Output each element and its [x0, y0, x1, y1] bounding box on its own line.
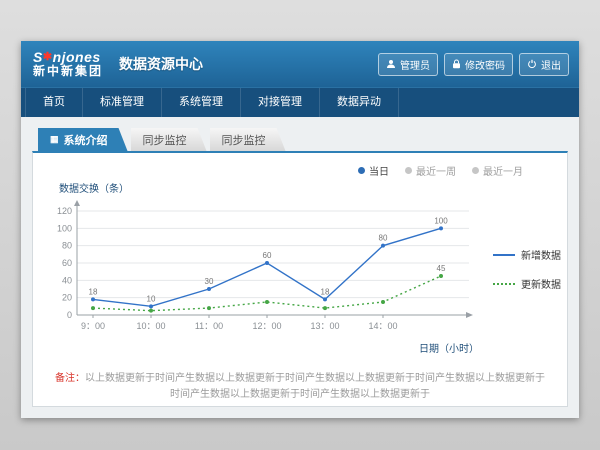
- legend-new-data-label: 新增数据: [521, 247, 561, 262]
- filter-last-week-label: 最近一周: [416, 163, 456, 178]
- footnote: 备注：以上数据更新于时间产生数据以上数据更新于时间产生数据以上数据更新于时间产生…: [55, 371, 545, 403]
- brand-subtitle: 新中新集团: [33, 65, 103, 79]
- svg-text:9：00: 9：00: [81, 321, 105, 331]
- line-chart-svg: 0 20 40 60 80 100 120 9：00 10：00 11：00 12：00 13：00 1…: [43, 197, 485, 339]
- change-password-button[interactable]: 修改密码: [444, 53, 513, 76]
- content-area: ▦ 系统介绍 同步监控 同步监控 当日: [21, 117, 579, 418]
- filter-last-week[interactable]: 最近一周: [405, 163, 456, 178]
- user-icon: [386, 59, 396, 69]
- footnote-prefix: 备注：: [55, 373, 85, 384]
- svg-text:18: 18: [89, 287, 98, 296]
- filter-dot-icon: [405, 167, 412, 174]
- admin-user-button[interactable]: 管理员: [378, 53, 438, 76]
- series-legend: 新增数据 更新数据: [493, 247, 561, 291]
- svg-text:120: 120: [57, 206, 72, 216]
- svg-text:100: 100: [434, 216, 448, 225]
- nav-item-data-change[interactable]: 数据异动: [320, 88, 399, 117]
- filter-last-month[interactable]: 最近一月: [472, 163, 523, 178]
- change-password-label: 修改密码: [465, 57, 505, 72]
- power-icon: [527, 59, 537, 69]
- svg-text:0: 0: [67, 310, 72, 320]
- tab-bar: ▦ 系统介绍 同步监控 同步监控: [32, 128, 568, 151]
- logout-button[interactable]: 退出: [519, 53, 569, 76]
- svg-text:10: 10: [147, 294, 156, 303]
- nav-item-standard-mgmt[interactable]: 标准管理: [83, 88, 162, 117]
- chart-row: 0 20 40 60 80 100 120 9：00 10：00 11：00 12：00 13：00 1…: [43, 197, 557, 355]
- tab-sync-monitor-2-label: 同步监控: [222, 132, 266, 148]
- svg-text:13：00: 13：00: [310, 321, 339, 331]
- svg-text:20: 20: [62, 293, 72, 303]
- app-header: S✱njones 新中新集团 数据资源中心 管理员 修改密码 退出: [21, 41, 579, 87]
- svg-text:12：00: 12：00: [252, 321, 281, 331]
- tab-system-intro-label: 系统介绍: [64, 132, 108, 148]
- nav-item-integration-mgmt[interactable]: 对接管理: [241, 88, 320, 117]
- legend-item-update-data[interactable]: 更新数据: [493, 276, 561, 291]
- svg-text:18: 18: [321, 287, 330, 296]
- filter-last-month-label: 最近一月: [483, 163, 523, 178]
- solid-line-icon: [493, 254, 515, 256]
- svg-text:10：00: 10：00: [136, 321, 165, 331]
- brand-text-right: njones: [53, 49, 101, 65]
- brand-text-left: S: [33, 49, 43, 65]
- svg-text:100: 100: [57, 223, 72, 233]
- desktop-background: S✱njones 新中新集团 数据资源中心 管理员 修改密码 退出: [0, 0, 600, 450]
- chart-panel: 当日 最近一周 最近一月 数据交换（条）: [32, 151, 568, 407]
- brand-name: S✱njones: [33, 49, 103, 65]
- admin-user-label: 管理员: [400, 57, 430, 72]
- tab-sync-monitor-1[interactable]: 同步监控: [131, 128, 207, 151]
- x-axis-title: 日期（小时）: [43, 340, 485, 355]
- dotted-line-icon: [493, 283, 515, 285]
- main-nav: 首页 标准管理 系统管理 对接管理 数据异动: [21, 87, 579, 117]
- svg-text:14：00: 14：00: [368, 321, 397, 331]
- svg-text:40: 40: [62, 275, 72, 285]
- grid-icon: ▦: [50, 135, 59, 144]
- app-window: S✱njones 新中新集团 数据资源中心 管理员 修改密码 退出: [21, 41, 579, 418]
- page-title: 数据资源中心: [119, 54, 203, 74]
- logout-label: 退出: [541, 57, 561, 72]
- header-actions: 管理员 修改密码 退出: [378, 53, 569, 76]
- lock-icon: [452, 59, 461, 69]
- svg-text:30: 30: [205, 277, 214, 286]
- tab-sync-monitor-1-label: 同步监控: [143, 132, 187, 148]
- chart-container: 当日 最近一周 最近一月 数据交换（条）: [33, 153, 567, 355]
- brand-logo: S✱njones 新中新集团: [33, 49, 103, 79]
- svg-text:45: 45: [437, 264, 446, 273]
- svg-text:60: 60: [62, 258, 72, 268]
- tab-system-intro[interactable]: ▦ 系统介绍: [38, 128, 128, 151]
- nav-item-system-mgmt[interactable]: 系统管理: [162, 88, 241, 117]
- filter-dot-icon: [472, 167, 479, 174]
- tab-sync-monitor-2[interactable]: 同步监控: [210, 128, 286, 151]
- svg-text:11：00: 11：00: [195, 321, 223, 331]
- svg-text:80: 80: [62, 241, 72, 251]
- svg-text:80: 80: [379, 234, 388, 243]
- filter-today-label: 当日: [369, 163, 389, 178]
- y-axis-title: 数据交换（条）: [59, 180, 557, 195]
- filter-today[interactable]: 当日: [358, 163, 389, 178]
- nav-item-home[interactable]: 首页: [25, 88, 83, 117]
- filter-dot-icon: [358, 167, 365, 174]
- legend-update-data-label: 更新数据: [521, 276, 561, 291]
- svg-text:60: 60: [263, 251, 272, 260]
- line-chart: 0 20 40 60 80 100 120 9：00 10：00 11：00 12：00 13：00 1…: [43, 197, 485, 355]
- legend-item-new-data[interactable]: 新增数据: [493, 247, 561, 262]
- footnote-text: 以上数据更新于时间产生数据以上数据更新于时间产生数据以上数据更新于时间产生数据以…: [85, 373, 545, 400]
- brand-star-icon: ✱: [43, 51, 53, 63]
- range-filters: 当日 最近一周 最近一月: [43, 163, 523, 178]
